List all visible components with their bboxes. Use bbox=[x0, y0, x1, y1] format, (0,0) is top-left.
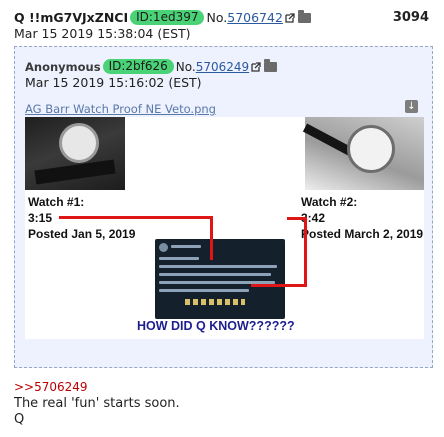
folder-icon[interactable] bbox=[297, 9, 311, 23]
post-number-link[interactable]: 5706742 bbox=[227, 10, 283, 25]
watch1-posted: Posted Jan 5, 2019 bbox=[28, 227, 136, 241]
quoted-id-badge[interactable]: ID:2bf626 bbox=[102, 59, 174, 74]
image-caption: HOW DID Q KNOW?????? bbox=[137, 319, 295, 333]
folder-icon[interactable] bbox=[264, 58, 278, 72]
poster-id-badge[interactable]: ID:1ed397 bbox=[130, 10, 205, 25]
arrow-line-1-vertical bbox=[210, 216, 213, 260]
image-filename-link[interactable]: AG Barr Watch Proof NE Veto.png bbox=[25, 102, 216, 116]
quoted-post: Anonymous ID:2bf626 No. 5706249 Mar 15 2… bbox=[14, 46, 433, 368]
arrow-line-2-bottom bbox=[251, 284, 307, 287]
quoted-number-link[interactable]: 5706249 bbox=[196, 60, 249, 74]
external-link-icon[interactable] bbox=[251, 61, 261, 72]
quoted-number-label: No. bbox=[175, 59, 196, 74]
post-body-line: The real 'fun' starts soon. bbox=[14, 396, 180, 411]
quoted-post-date: Mar 15 2019 15:16:02 (EST) bbox=[25, 75, 202, 90]
watch2-posted: Posted March 2, 2019 bbox=[301, 227, 424, 241]
external-link-icon[interactable] bbox=[285, 12, 295, 23]
tweet-screenshot bbox=[155, 239, 285, 319]
watch-photo-1 bbox=[25, 117, 125, 190]
poster-name: Anonymous bbox=[25, 59, 101, 74]
attached-image[interactable]: Watch #1: 3:15 Posted Jan 5, 2019 Watch … bbox=[25, 117, 424, 339]
watch1-title: Watch #1: bbox=[28, 195, 85, 209]
tripcode: Q !!mG7VJxZNCI bbox=[14, 10, 129, 25]
watch-photo-2 bbox=[302, 117, 424, 190]
post-date: Mar 15 2019 15:38:04 (EST) bbox=[14, 26, 191, 41]
download-icon[interactable]: ↓ bbox=[405, 100, 418, 113]
post-body-signature: Q bbox=[14, 412, 25, 427]
arrow-line-2-vertical bbox=[304, 217, 307, 287]
watch2-title: Watch #2: bbox=[301, 195, 358, 209]
watch1-time: 3:15 bbox=[28, 211, 53, 225]
post-body: The real 'fun' starts soon. Q bbox=[14, 396, 180, 428]
post-number-label: No. bbox=[206, 10, 228, 25]
quoted-post-header: Anonymous ID:2bf626 No. 5706249 bbox=[25, 58, 278, 74]
post-header: Q !!mG7VJxZNCI ID:1ed397 No. 5706742 309… bbox=[14, 6, 439, 44]
post-count: 3094 bbox=[392, 10, 429, 25]
arrow-line-1 bbox=[59, 216, 213, 219]
post-meta-line: Q !!mG7VJxZNCI ID:1ed397 No. 5706742 bbox=[14, 9, 311, 25]
reply-quote-link[interactable]: >>5706249 bbox=[14, 380, 88, 394]
